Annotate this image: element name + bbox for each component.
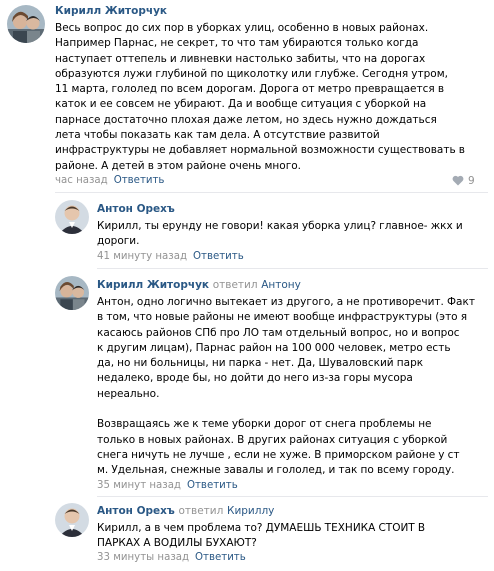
heart-icon <box>452 175 464 186</box>
avatar-anton[interactable] <box>55 200 89 234</box>
divider <box>55 192 488 193</box>
avatar-anton[interactable] <box>55 503 89 537</box>
comment-text: Антон, одно логично вытекает из другого,… <box>97 296 475 477</box>
avatar-kirill[interactable] <box>55 276 89 310</box>
divider <box>97 496 488 497</box>
comment-author[interactable]: Кирилл Житорчук <box>55 5 167 17</box>
comment-time[interactable]: час назад <box>55 175 108 186</box>
reply-link[interactable]: Ответить <box>187 480 238 491</box>
avatar-kirill[interactable] <box>7 5 45 43</box>
reply-link[interactable]: Ответить <box>195 552 246 563</box>
comment-text: Кирилл, ты ерунду не говори! какая уборк… <box>97 220 463 248</box>
comment-author[interactable]: Антон Орехъ <box>97 203 175 215</box>
replied-label: ответил <box>212 279 258 291</box>
comment-meta: час назад Ответить <box>55 175 164 186</box>
reply-target-link[interactable]: Кириллу <box>227 505 274 517</box>
reply-target-link[interactable]: Антону <box>261 279 301 291</box>
like-count: 9 <box>468 175 475 187</box>
author-link[interactable]: Антон Орехъ <box>97 505 175 517</box>
divider <box>97 268 488 269</box>
comment-meta: 35 минут назад Ответить <box>97 480 238 491</box>
comment-author: Кирилл Житорчук ответил Антону <box>97 279 301 291</box>
comment-time[interactable]: 35 минут назад <box>97 480 181 491</box>
comment-time[interactable]: 33 минуты назад <box>97 552 189 563</box>
like-button[interactable]: 9 <box>452 175 475 187</box>
comment-time[interactable]: 41 минуту назад <box>97 251 187 262</box>
comment-text: Весь вопрос до сих пор в уборках улиц, о… <box>55 22 465 172</box>
comment-meta: 41 минуту назад Ответить <box>97 251 244 262</box>
comment-text: Кирилл, а в чем проблема то? ДУМАЕШЬ ТЕХ… <box>97 522 426 550</box>
reply-link[interactable]: Ответить <box>114 175 165 186</box>
replied-label: ответил <box>178 505 224 517</box>
author-link[interactable]: Кирилл Житорчук <box>97 279 209 291</box>
reply-link[interactable]: Ответить <box>193 251 244 262</box>
comment-meta: 33 минуты назад Ответить <box>97 552 246 563</box>
comment-author: Антон Орехъ ответил Кириллу <box>97 505 274 517</box>
